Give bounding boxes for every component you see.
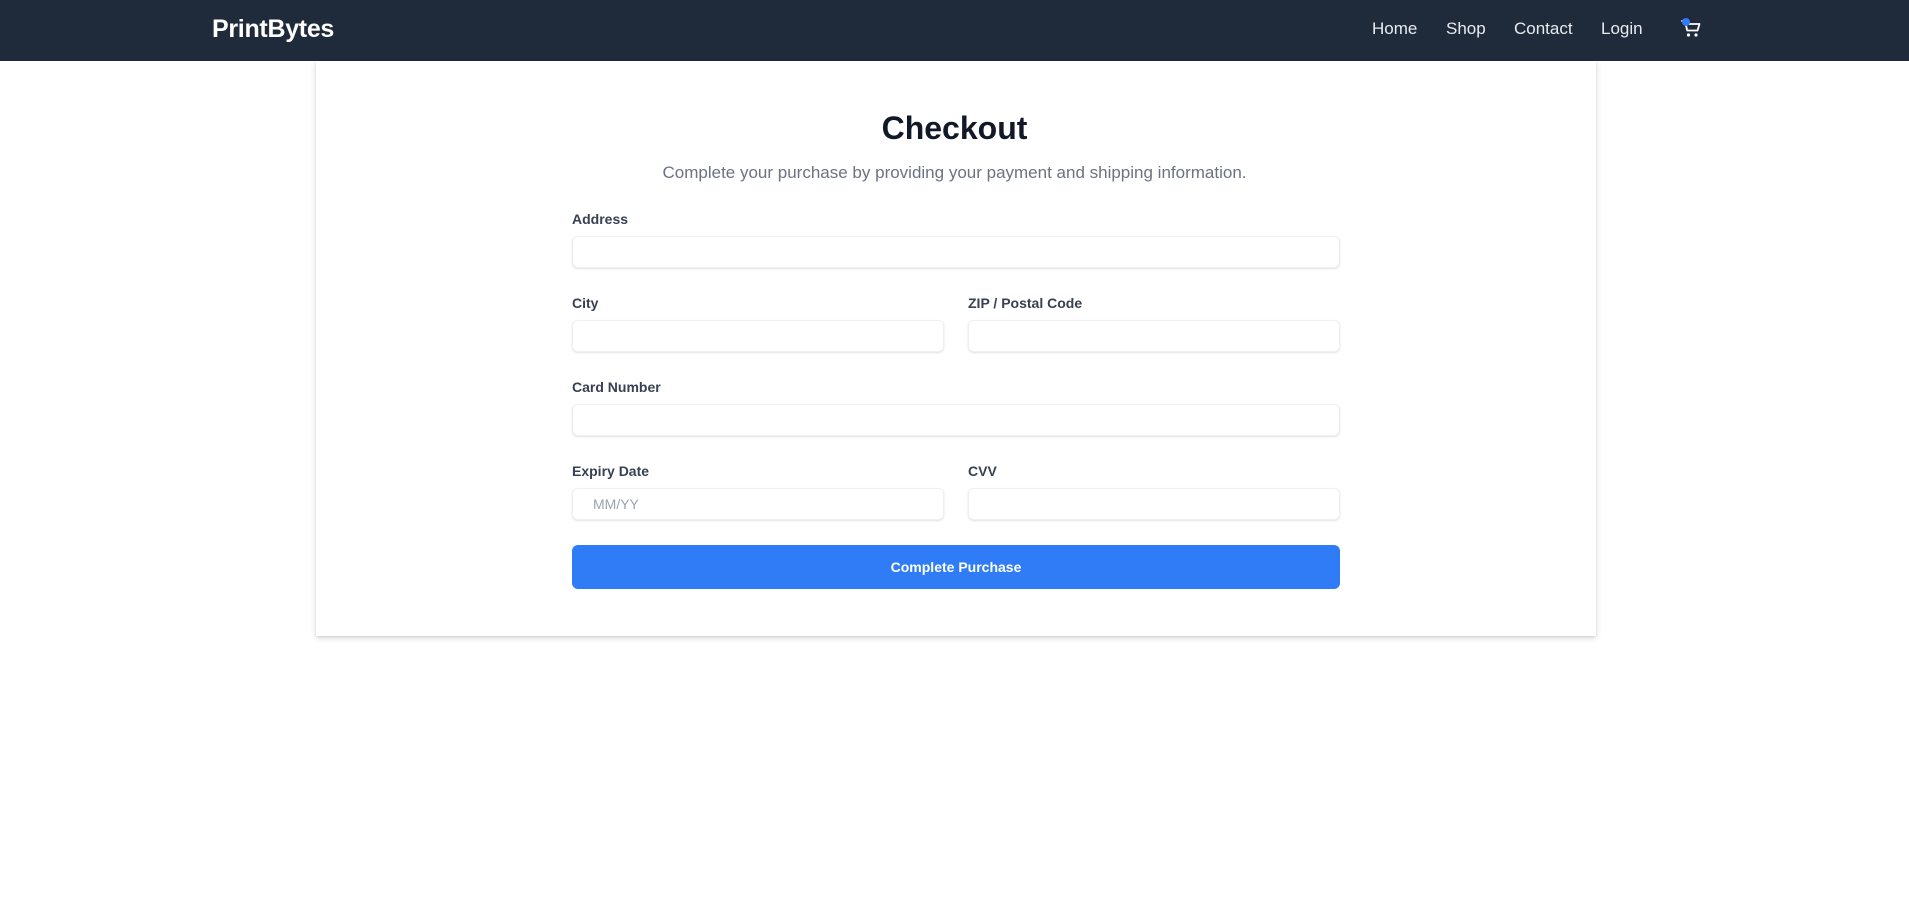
- address-label: Address: [572, 211, 629, 227]
- nav-link-shop[interactable]: Shop: [1446, 19, 1486, 39]
- cvv-input[interactable]: [968, 488, 1340, 520]
- complete-purchase-button[interactable]: Complete Purchase: [572, 545, 1340, 589]
- card-number-label: Card Number: [572, 379, 661, 395]
- city-input[interactable]: [572, 320, 944, 352]
- nav-link-home[interactable]: Home: [1372, 19, 1417, 39]
- page-subtitle: Complete your purchase by providing your…: [662, 163, 1247, 182]
- zip-label: ZIP / Postal Code: [968, 295, 1083, 311]
- city-label: City: [572, 295, 599, 311]
- expiry-input[interactable]: [572, 488, 944, 520]
- card-number-input[interactable]: [572, 404, 1340, 436]
- nav-link-contact[interactable]: Contact: [1514, 19, 1573, 39]
- expiry-label: Expiry Date: [572, 463, 650, 479]
- top-navbar: PrintBytes Home Shop Contact Login: [0, 0, 1909, 61]
- page-title: Checkout: [881, 110, 1028, 146]
- address-input[interactable]: [572, 236, 1340, 268]
- zip-input[interactable]: [968, 320, 1340, 352]
- cvv-label: CVV: [968, 463, 997, 479]
- cart-badge-dot: [1682, 18, 1690, 26]
- nav-link-login[interactable]: Login: [1601, 19, 1643, 39]
- brand-logo[interactable]: PrintBytes: [212, 15, 334, 44]
